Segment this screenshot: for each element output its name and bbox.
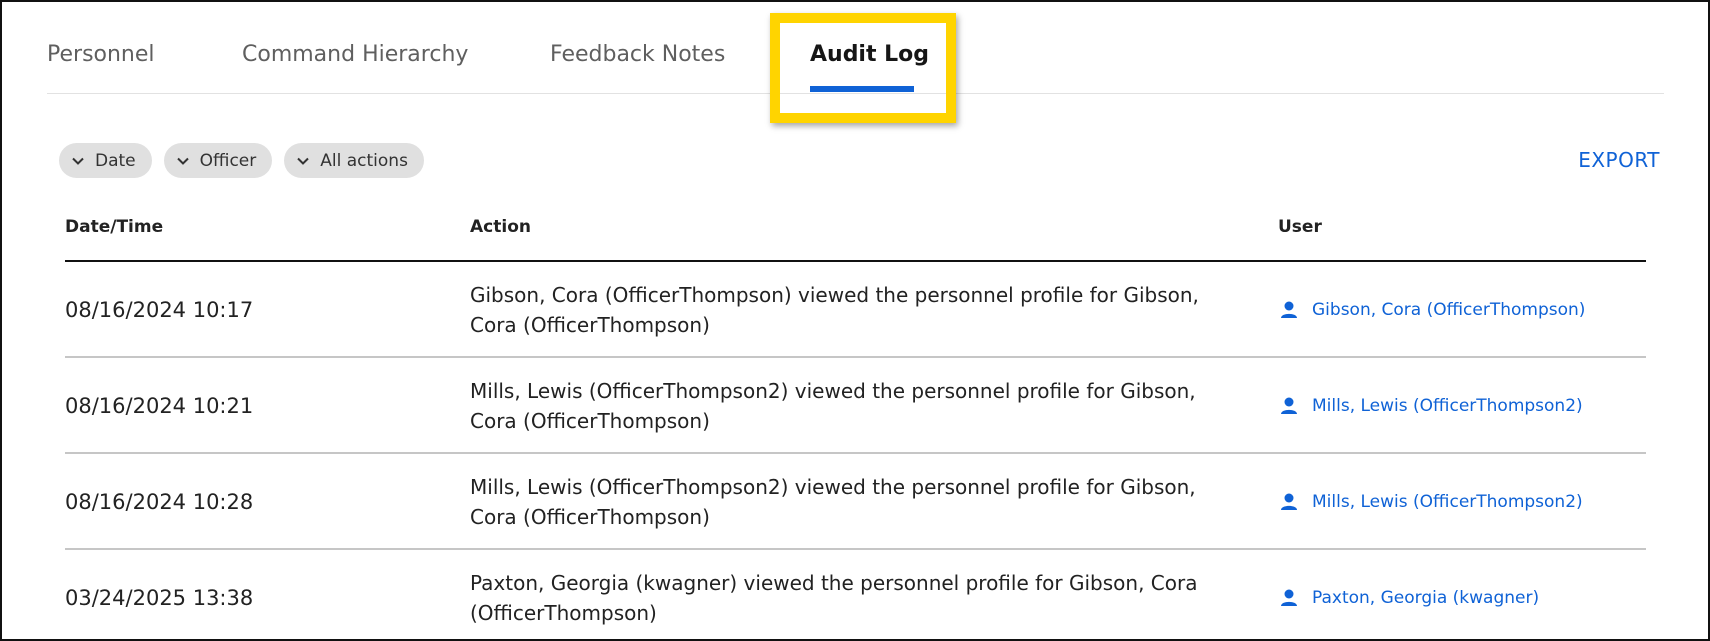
row-user-name: Mills, Lewis (OfficerThompson2) [1312,396,1583,416]
column-header-action[interactable]: Action [470,217,531,237]
filter-date[interactable]: Date [59,143,152,178]
row-action: Mills, Lewis (OfficerThompson2) viewed t… [470,379,1196,433]
user-icon [1278,491,1300,513]
row-user-link[interactable]: Gibson, Cora (OfficerThompson) [1278,262,1585,358]
tab-command-hierarchy[interactable]: Command Hierarchy [242,42,468,67]
user-icon [1278,299,1300,321]
row-user-link[interactable]: Mills, Lewis (OfficerThompson2) [1278,358,1583,454]
user-icon [1278,587,1300,609]
tab-personnel[interactable]: Personnel [47,42,155,67]
filter-date-label: Date [95,150,136,171]
row-user-name: Gibson, Cora (OfficerThompson) [1312,300,1586,320]
tab-audit-log[interactable]: Audit Log [810,42,929,67]
table-header: Date/Time Action User [65,212,1646,262]
tab-bar: Personnel Command Hierarchy Feedback Not… [47,2,1664,94]
table-row: 08/16/2024 10:21 Mills, Lewis (OfficerTh… [65,358,1646,454]
chevron-down-icon [174,152,192,170]
filter-actions-label: All actions [320,150,408,171]
app-frame: Personnel Command Hierarchy Feedback Not… [0,0,1710,641]
active-tab-indicator [810,86,914,92]
row-action: Gibson, Cora (OfficerThompson) viewed th… [470,283,1199,337]
filter-officer-label: Officer [199,150,257,171]
row-action: Mills, Lewis (OfficerThompson2) viewed t… [470,475,1196,529]
audit-log-table: Date/Time Action User 08/16/2024 10:17 G… [65,212,1646,641]
row-action: Paxton, Georgia (kwagner) viewed the per… [470,571,1198,625]
table-row: 08/16/2024 10:17 Gibson, Cora (OfficerTh… [65,262,1646,358]
row-user-name: Mills, Lewis (OfficerThompson2) [1312,492,1583,512]
user-icon [1278,395,1300,417]
row-user-link[interactable]: Paxton, Georgia (kwagner) [1278,550,1539,641]
column-header-user[interactable]: User [1278,217,1322,237]
filter-actions[interactable]: All actions [284,143,424,178]
row-datetime: 08/16/2024 10:21 [65,394,254,418]
filter-officer[interactable]: Officer [163,143,273,178]
chevron-down-icon [69,152,87,170]
filter-bar: Date Officer All actions [59,143,424,178]
row-user-link[interactable]: Mills, Lewis (OfficerThompson2) [1278,454,1583,550]
row-datetime: 03/24/2025 13:38 [65,586,254,610]
chevron-down-icon [294,152,312,170]
export-button[interactable]: EXPORT [1578,148,1660,172]
column-header-datetime[interactable]: Date/Time [65,217,163,237]
table-row: 03/24/2025 13:38 Paxton, Georgia (kwagne… [65,550,1646,641]
table-row: 08/16/2024 10:28 Mills, Lewis (OfficerTh… [65,454,1646,550]
tab-feedback-notes[interactable]: Feedback Notes [550,42,725,67]
row-datetime: 08/16/2024 10:17 [65,298,254,322]
row-user-name: Paxton, Georgia (kwagner) [1312,588,1540,608]
row-datetime: 08/16/2024 10:28 [65,490,254,514]
